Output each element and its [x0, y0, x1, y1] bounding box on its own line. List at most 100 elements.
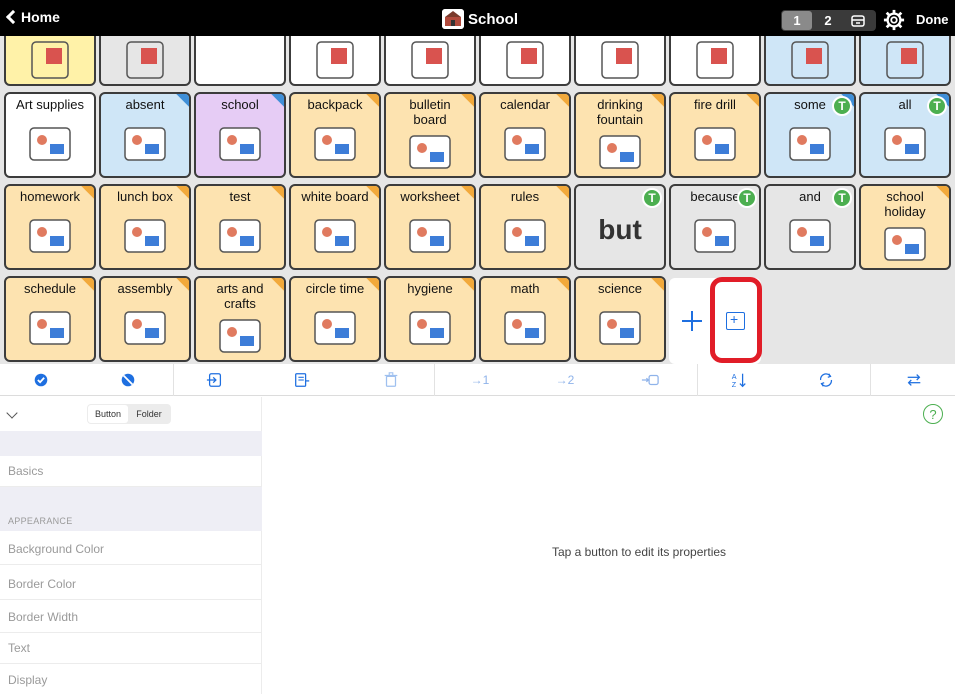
archive-button[interactable]	[844, 11, 872, 30]
grid-button[interactable]: calendar	[479, 92, 571, 178]
refresh-icon[interactable]	[816, 371, 836, 389]
add-button[interactable]	[675, 288, 709, 354]
grid-button[interactable]: test	[194, 184, 286, 270]
grid-button[interactable]: math	[479, 276, 571, 362]
grid-button[interactable]: school	[194, 92, 286, 178]
symbol-picture	[409, 219, 451, 253]
grid-button[interactable]	[574, 36, 666, 86]
move-into-icon[interactable]	[205, 371, 225, 389]
home-button[interactable]: Home	[4, 9, 60, 25]
chevron-down-icon[interactable]	[6, 407, 18, 419]
symbol-picture	[599, 311, 641, 345]
grid-button[interactable]: some T	[764, 92, 856, 178]
grid-button[interactable]: all T	[859, 92, 951, 178]
type-segmented-control: Button Folder	[87, 404, 171, 424]
grid-button[interactable]: circle time	[289, 276, 381, 362]
grid-button-label: hygiene	[407, 281, 453, 296]
grid-button[interactable]: backpack	[289, 92, 381, 178]
symbol-picture	[314, 127, 356, 161]
move-to-archive-icon[interactable]	[640, 371, 660, 389]
trash-icon[interactable]	[381, 371, 401, 389]
grid-button[interactable]: science	[574, 276, 666, 362]
grid-button[interactable]	[669, 36, 761, 86]
grid-button[interactable]	[859, 36, 951, 86]
background-color-row[interactable]: Background Color	[0, 534, 262, 565]
page-2-button[interactable]: 2	[813, 11, 843, 30]
grid-button-label: school	[221, 97, 259, 112]
grid-button[interactable]: white board	[289, 184, 381, 270]
grid-button[interactable]: hygiene	[384, 276, 476, 362]
symbol-picture	[506, 41, 544, 79]
border-color-row[interactable]: Border Color	[0, 569, 262, 600]
grid-button[interactable]	[479, 36, 571, 86]
grid-button[interactable]: Art supplies	[4, 92, 96, 178]
basics-row[interactable]: Basics	[0, 456, 262, 487]
app-root: Home School 1 2 Done Art supplies absent…	[0, 0, 955, 694]
border-width-row[interactable]: Border Width	[0, 602, 262, 633]
grid-button[interactable]: lunch box	[99, 184, 191, 270]
copy-to-page-2-button[interactable]: →2	[553, 371, 577, 389]
symbol-picture	[504, 311, 546, 345]
grid-button[interactable]: rules	[479, 184, 571, 270]
grid-button-label: drinking fountain	[596, 97, 644, 127]
display-row[interactable]: Display	[0, 664, 262, 694]
copy-to-page-1-button[interactable]: →1	[468, 371, 492, 389]
symbol-picture	[126, 41, 164, 79]
help-icon[interactable]: ?	[923, 404, 943, 424]
symbol-picture	[124, 127, 166, 161]
deselect-icon[interactable]	[118, 371, 138, 389]
symbol-picture	[601, 41, 639, 79]
done-button[interactable]: Done	[916, 12, 949, 27]
segment-folder[interactable]: Folder	[128, 405, 170, 423]
grid-button-label: science	[597, 281, 643, 296]
grid-button[interactable]: and T	[764, 184, 856, 270]
grid-button[interactable]: homework	[4, 184, 96, 270]
grid-button-label: Art supplies	[16, 97, 84, 112]
grid-button[interactable]: arts and crafts	[194, 276, 286, 362]
symbol-picture	[504, 219, 546, 253]
grid-button-label: bulletin board	[409, 97, 451, 127]
text-row[interactable]: Text	[0, 633, 262, 664]
grid-button[interactable]: bulletin board	[384, 92, 476, 178]
grid-button-label: but	[598, 214, 642, 245]
grid-button[interactable]	[384, 36, 476, 86]
grid-button-label: test	[229, 189, 251, 204]
grid-button[interactable]: absent	[99, 92, 191, 178]
grid-button-label: math	[510, 281, 540, 296]
grid-button-label: circle time	[305, 281, 365, 296]
select-all-icon[interactable]	[31, 371, 51, 389]
grid-button[interactable]	[4, 36, 96, 86]
grid-button[interactable]: assembly	[99, 276, 191, 362]
grid-button-label: absent	[125, 97, 165, 112]
grid-button[interactable]: worksheet	[384, 184, 476, 270]
copy-icon[interactable]	[292, 371, 312, 389]
gear-icon[interactable]	[883, 9, 905, 31]
svg-text:Z: Z	[732, 380, 737, 389]
grid-button[interactable]: fire drill	[669, 92, 761, 178]
appearance-header: APPEARANCE	[8, 516, 73, 526]
grid-button[interactable]	[99, 36, 191, 86]
swap-icon[interactable]	[904, 371, 924, 389]
sort-az-icon[interactable]: A Z	[729, 371, 749, 389]
grid-button[interactable]: drinking fountain	[574, 92, 666, 178]
grid-button[interactable]	[764, 36, 856, 86]
symbol-picture	[884, 127, 926, 161]
segment-button[interactable]: Button	[88, 405, 128, 423]
symbol-picture	[314, 311, 356, 345]
grid-button[interactable]: but T	[574, 184, 666, 270]
school-icon	[442, 9, 464, 29]
symbol-picture	[219, 319, 261, 353]
symbol-picture	[29, 219, 71, 253]
grid-button[interactable]: schedule	[4, 276, 96, 362]
symbol-picture	[411, 41, 449, 79]
grid-button[interactable]	[289, 36, 381, 86]
symbol-picture	[316, 41, 354, 79]
text-badge-icon: T	[832, 188, 852, 208]
grid-button[interactable]: 1 2 3 4 5 6 7 8 9 0	[194, 36, 286, 86]
grid-button[interactable]: because T	[669, 184, 761, 270]
symbol-picture	[791, 41, 829, 79]
grid-button[interactable]: school holiday	[859, 184, 951, 270]
page-1-button[interactable]: 1	[782, 11, 812, 30]
page-title: School	[442, 9, 518, 29]
grid-button-label: rules	[510, 189, 540, 204]
